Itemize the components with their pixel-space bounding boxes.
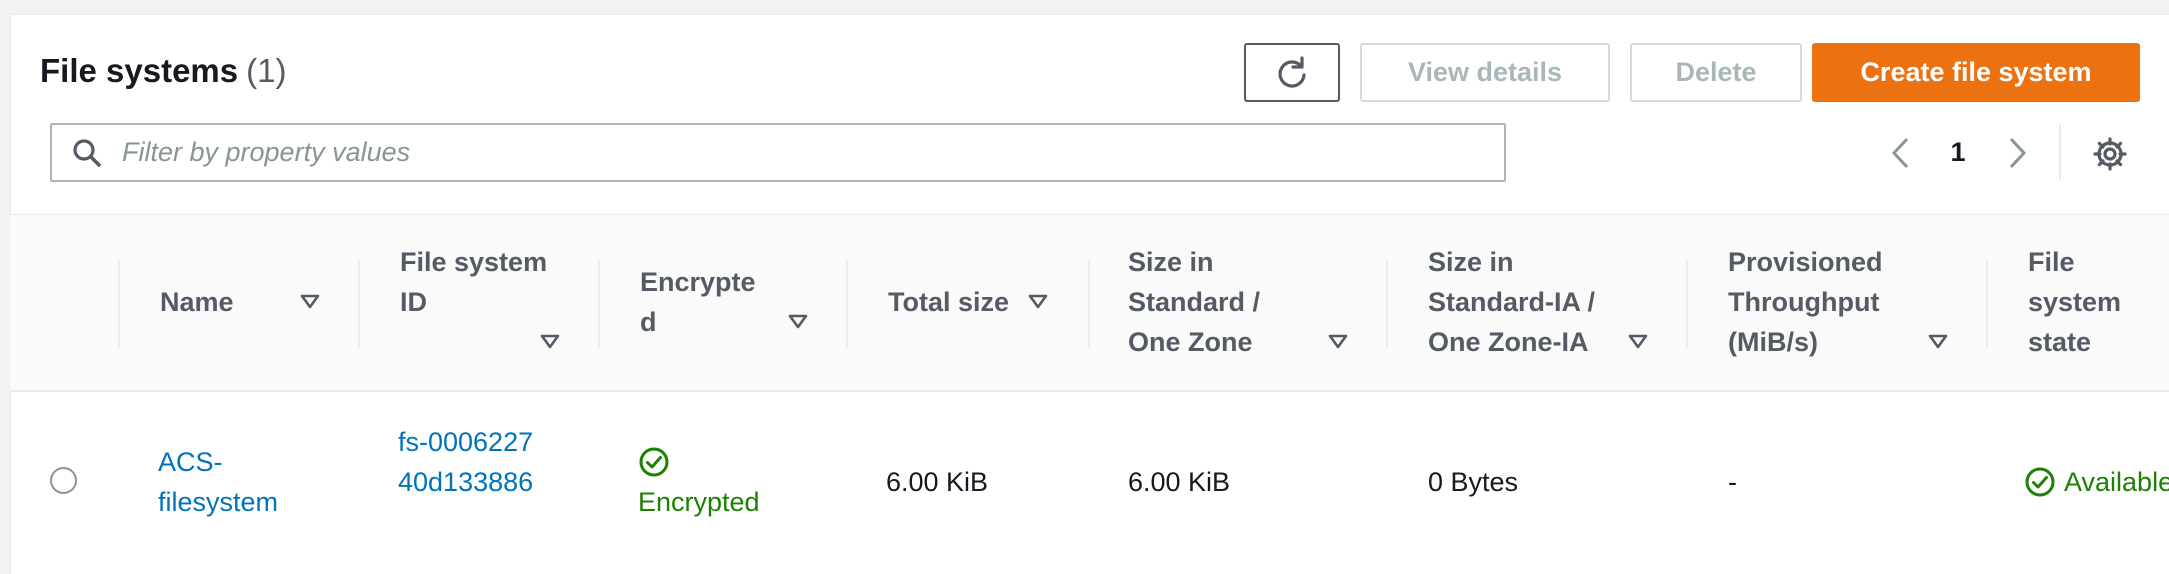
available-check-icon xyxy=(2025,467,2055,497)
refresh-button[interactable] xyxy=(1244,43,1340,102)
column-header-provisioned-throughput[interactable]: Provisioned Throughput (MiB/s) xyxy=(1728,242,1898,362)
search-icon xyxy=(72,136,106,170)
create-file-system-button[interactable]: Create file system xyxy=(1812,43,2140,102)
sort-caret-icon[interactable] xyxy=(1028,292,1048,312)
file-system-count: (1) xyxy=(246,52,287,89)
column-separator xyxy=(118,260,120,348)
column-separator xyxy=(1088,260,1090,348)
column-separator xyxy=(358,260,360,348)
file-system-id-link[interactable]: fs-000622740d133886 xyxy=(398,422,548,502)
column-separator xyxy=(598,260,600,348)
column-header-file-system-id[interactable]: File system ID xyxy=(400,242,550,322)
sort-caret-icon[interactable] xyxy=(540,332,560,352)
row-select-radio[interactable] xyxy=(50,467,77,494)
page-title: File systems (1) xyxy=(40,52,286,90)
sort-caret-icon[interactable] xyxy=(788,312,808,332)
column-header-total-size[interactable]: Total size xyxy=(888,282,1009,322)
previous-page-button[interactable] xyxy=(1882,133,1918,173)
next-page-button[interactable] xyxy=(2000,133,2036,173)
column-separator xyxy=(1386,260,1388,348)
success-check-icon xyxy=(639,447,669,477)
column-header-encrypted[interactable]: Encrypted xyxy=(640,262,768,342)
column-header-size-standard[interactable]: Size in Standard / One Zone xyxy=(1128,242,1308,362)
column-separator xyxy=(1686,260,1688,348)
column-header-size-ia[interactable]: Size in Standard-IA / One Zone-IA xyxy=(1428,242,1628,362)
filter-box[interactable] xyxy=(50,123,1506,182)
size-standard-value: 6.00 KiB xyxy=(1128,467,1231,497)
column-header-file-system-state[interactable]: File system state xyxy=(2028,242,2138,362)
delete-button[interactable]: Delete xyxy=(1630,43,1802,102)
preferences-button[interactable] xyxy=(2090,134,2130,174)
file-system-name-link[interactable]: ACS-filesystem xyxy=(158,442,308,522)
refresh-icon xyxy=(1278,55,1306,88)
gear-icon xyxy=(2093,137,2127,171)
sort-caret-icon[interactable] xyxy=(1328,332,1348,352)
file-system-state-value: Available xyxy=(2064,467,2169,497)
page-title-text: File systems xyxy=(40,52,239,89)
filter-input[interactable] xyxy=(122,137,1482,168)
sort-caret-icon[interactable] xyxy=(1628,332,1648,352)
view-details-button[interactable]: View details xyxy=(1360,43,1610,102)
pagination-divider xyxy=(2059,124,2061,180)
chevron-right-icon xyxy=(2009,137,2027,169)
column-header-name[interactable]: Name xyxy=(160,282,234,322)
provisioned-throughput-value: - xyxy=(1728,467,1737,497)
chevron-left-icon xyxy=(1891,137,1909,169)
column-separator xyxy=(846,260,848,348)
column-separator xyxy=(1986,260,1988,348)
sort-caret-icon[interactable] xyxy=(1928,332,1948,352)
sort-caret-icon[interactable] xyxy=(300,292,320,312)
current-page-number[interactable]: 1 xyxy=(1944,137,1972,168)
encrypted-status: Encrypted xyxy=(638,487,760,517)
size-ia-value: 0 Bytes xyxy=(1428,467,1519,497)
total-size-value: 6.00 KiB xyxy=(886,467,989,497)
